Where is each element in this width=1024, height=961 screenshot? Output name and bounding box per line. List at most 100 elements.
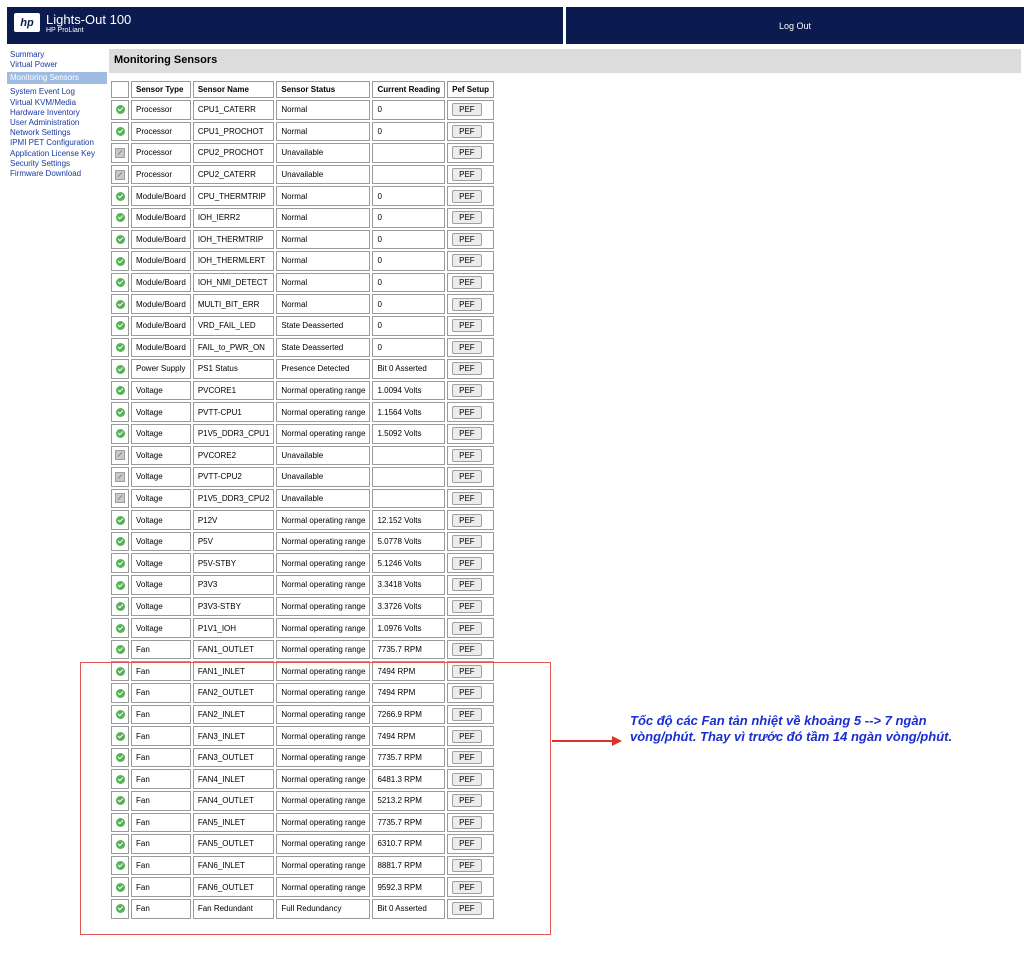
- pef-button[interactable]: PEF: [452, 276, 482, 290]
- status-icon-header: [111, 81, 129, 98]
- status-icon-cell: [111, 639, 129, 660]
- sidebar-item-network-settings[interactable]: Network Settings: [7, 128, 107, 138]
- logout-label: Log Out: [778, 20, 812, 31]
- status-icon-cell: [111, 596, 129, 617]
- pef-setup-cell: PEF: [447, 596, 495, 617]
- current-reading-cell: Bit 0 Asserted: [372, 359, 446, 379]
- current-reading-cell: 1.1564 Volts: [372, 402, 446, 422]
- sidebar-item-application-license-key[interactable]: Application License Key: [7, 149, 107, 159]
- pef-button[interactable]: PEF: [452, 599, 482, 613]
- sidebar-item-firmware-download[interactable]: Firmware Download: [7, 169, 107, 179]
- pef-button[interactable]: PEF: [452, 405, 482, 419]
- pef-button[interactable]: PEF: [452, 362, 482, 376]
- pef-setup-cell: PEF: [447, 359, 495, 379]
- pef-button[interactable]: PEF: [452, 621, 482, 635]
- pef-button[interactable]: PEF: [452, 643, 482, 657]
- pef-setup-cell: PEF: [447, 553, 495, 574]
- status-ok-icon: [115, 429, 125, 439]
- pef-button[interactable]: PEF: [452, 535, 482, 549]
- sensor-status-cell: Normal: [276, 100, 371, 120]
- pef-button[interactable]: PEF: [452, 340, 482, 354]
- sensor-status-cell: Normal: [276, 121, 371, 142]
- status-ok-icon: [115, 191, 125, 201]
- pef-setup-cell: PEF: [447, 380, 495, 401]
- sidebar-item-virtual-kvm-media[interactable]: Virtual KVM/Media: [7, 98, 107, 108]
- logout-link[interactable]: Log Out: [566, 7, 1024, 44]
- sensor-type-cell: Voltage: [131, 510, 191, 530]
- pef-setup-cell: PEF: [447, 229, 495, 250]
- current-reading-cell: [372, 143, 446, 163]
- status-ok-icon: [115, 235, 125, 245]
- sensor-status-cell: Normal operating range: [276, 510, 371, 530]
- sidebar-item-monitoring-sensors[interactable]: Monitoring Sensors: [7, 72, 107, 85]
- sensor-type-cell: Processor: [131, 164, 191, 185]
- sidebar-item-security-settings[interactable]: Security Settings: [7, 159, 107, 169]
- sensor-type-cell: Voltage: [131, 488, 191, 509]
- pef-button[interactable]: PEF: [452, 448, 482, 462]
- page-title: Monitoring Sensors: [114, 54, 218, 66]
- sensor-type-cell: Processor: [131, 121, 191, 142]
- pef-button[interactable]: PEF: [452, 103, 482, 117]
- table-header-row: Sensor Type Sensor Name Sensor Status Cu…: [111, 81, 495, 98]
- status-icon-cell: [111, 121, 129, 142]
- pef-button[interactable]: PEF: [452, 189, 482, 203]
- sensor-type-cell: Module/Board: [131, 251, 191, 271]
- sidebar-item-summary[interactable]: Summary: [7, 50, 107, 60]
- pef-button[interactable]: PEF: [452, 578, 482, 592]
- pef-setup-cell: PEF: [447, 186, 495, 206]
- pef-button[interactable]: PEF: [452, 513, 482, 527]
- sensor-type-cell: Module/Board: [131, 337, 191, 358]
- pef-button[interactable]: PEF: [452, 491, 482, 505]
- sensor-status-cell: Normal: [276, 207, 371, 228]
- pef-button[interactable]: PEF: [452, 124, 482, 138]
- sensor-type-cell: Processor: [131, 100, 191, 120]
- status-icon-cell: [111, 229, 129, 250]
- status-ok-icon: [115, 256, 125, 266]
- pef-button[interactable]: PEF: [452, 232, 482, 246]
- sensor-name-cell: CPU2_PROCHOT: [192, 143, 275, 163]
- sensor-status-cell: Unavailable: [276, 488, 371, 509]
- sensor-type-cell: Processor: [131, 143, 191, 163]
- sensor-status-cell: State Deasserted: [276, 315, 371, 336]
- pef-button[interactable]: PEF: [452, 427, 482, 441]
- status-icon-cell: [111, 467, 129, 487]
- sidebar-item-user-administration[interactable]: User Administration: [7, 118, 107, 128]
- current-reading-cell: 5.1246 Volts: [372, 553, 446, 574]
- header-current-reading: Current Reading: [372, 81, 446, 98]
- pef-button[interactable]: PEF: [452, 211, 482, 225]
- status-icon-cell: [111, 186, 129, 206]
- pef-setup-cell: PEF: [447, 337, 495, 358]
- sensor-name-cell: CPU1_PROCHOT: [192, 121, 275, 142]
- pef-setup-cell: PEF: [447, 618, 495, 638]
- status-ok-icon: [115, 213, 125, 223]
- sidebar-item-ipmi-pet-configuration[interactable]: IPMI PET Configuration: [7, 138, 107, 148]
- status-icon-cell: [111, 445, 129, 466]
- sensor-status-cell: Normal: [276, 294, 371, 314]
- pef-button[interactable]: PEF: [452, 254, 482, 268]
- pef-button[interactable]: PEF: [452, 168, 482, 182]
- status-icon-cell: [111, 164, 129, 185]
- sensor-status-cell: Unavailable: [276, 445, 371, 466]
- status-ok-icon: [115, 515, 125, 525]
- pef-button[interactable]: PEF: [452, 384, 482, 398]
- pef-button[interactable]: PEF: [452, 146, 482, 160]
- sidebar-item-system-event-log[interactable]: System Event Log: [7, 87, 107, 97]
- sidebar-item-virtual-power[interactable]: Virtual Power: [7, 60, 107, 70]
- status-icon-cell: [111, 553, 129, 574]
- status-icon-cell: [111, 294, 129, 314]
- pef-button[interactable]: PEF: [452, 297, 482, 311]
- current-reading-cell: 0: [372, 337, 446, 358]
- pef-setup-cell: PEF: [447, 164, 495, 185]
- sidebar-item-hardware-inventory[interactable]: Hardware Inventory: [7, 108, 107, 118]
- sensor-type-cell: Voltage: [131, 531, 191, 552]
- sensor-status-cell: Normal: [276, 186, 371, 206]
- product-subtitle: HP ProLiant: [46, 27, 84, 34]
- table-row: Power Supply PS1 Status Presence Detected B…: [111, 359, 495, 379]
- status-ok-icon: [115, 299, 125, 309]
- pef-button[interactable]: PEF: [452, 556, 482, 570]
- pef-button[interactable]: PEF: [452, 470, 482, 484]
- table-row: Module/Board FAIL_to_PWR_ON State Deassert…: [111, 337, 495, 358]
- table-row: Voltage P12V Normal operating range 12.152 …: [111, 510, 495, 530]
- table-row: Voltage P1V1_IOH Normal operating range 1.0…: [111, 618, 495, 638]
- pef-button[interactable]: PEF: [452, 319, 482, 333]
